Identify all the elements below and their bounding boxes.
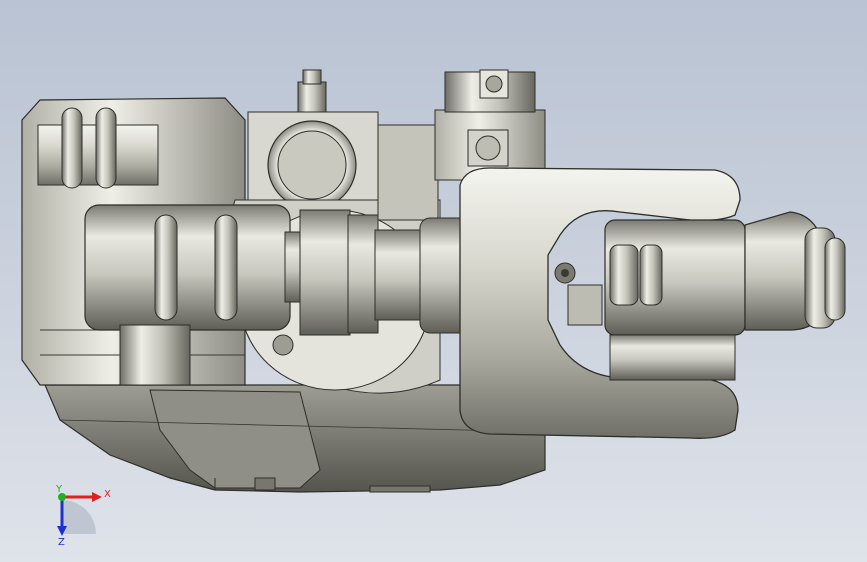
y-axis-label: Y (55, 484, 63, 495)
z-axis-label: Z (58, 537, 65, 548)
x-axis-label: X (104, 489, 111, 500)
coordinate-triad: X Y Z (55, 484, 111, 548)
top-motor[interactable] (434, 69, 546, 181)
cad-viewport[interactable]: X Y Z (0, 0, 867, 562)
end-flange[interactable] (604, 211, 846, 381)
cad-model-render[interactable]: X Y Z (0, 0, 867, 562)
